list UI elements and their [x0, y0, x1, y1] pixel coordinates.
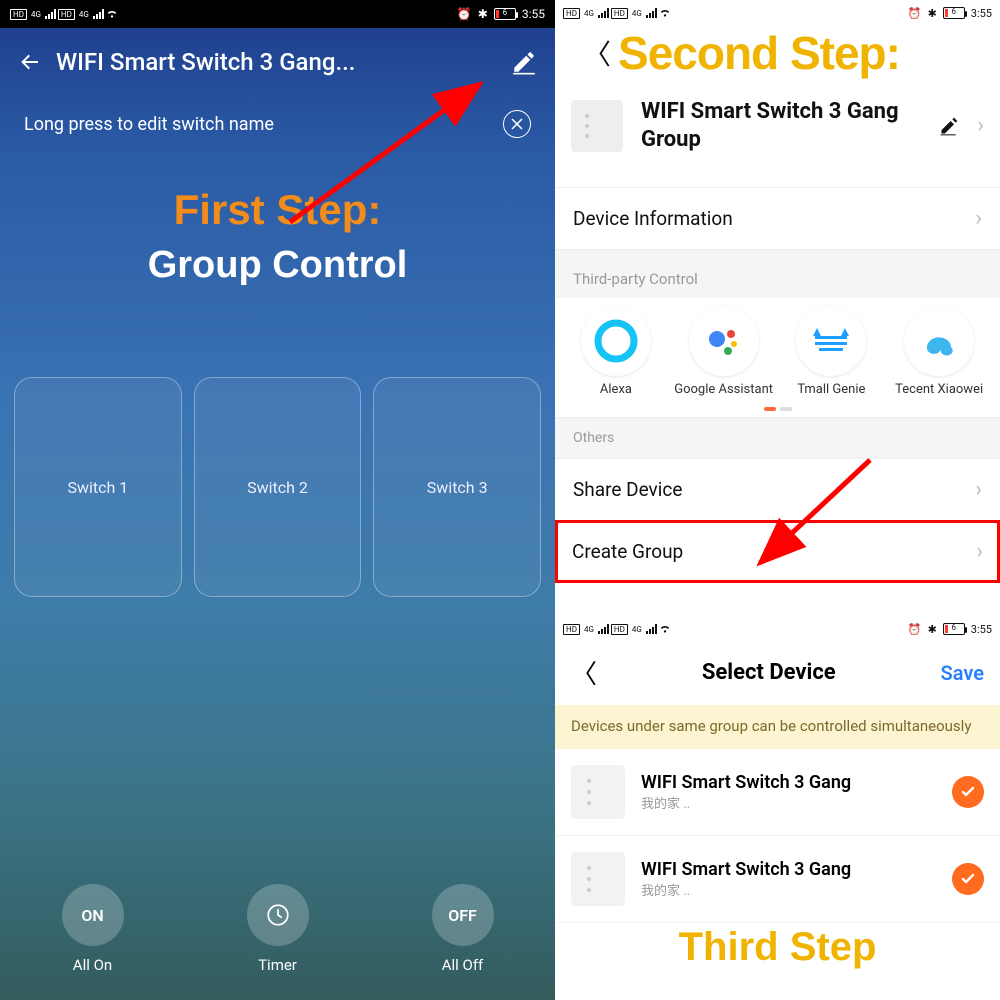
switch-card[interactable]: Switch 1 [14, 377, 182, 597]
bluetooth-icon: ✱ [478, 7, 488, 21]
bottom-toolbar: ON All On Timer OFF All Off [0, 884, 555, 974]
edit-icon[interactable] [511, 49, 537, 75]
status-time: 3:55 [971, 623, 992, 636]
annotation-second-step: 〈 Second Step: [555, 26, 1000, 86]
pager-dots [555, 407, 1000, 417]
device-header[interactable]: WIFI Smart Switch 3 Gang Group › [555, 86, 1000, 187]
switch-cards-row: Switch 1 Switch 2 Switch 3 [0, 377, 555, 597]
back-icon[interactable]: 〈 [583, 33, 610, 73]
select-device-bar: 〈 Select Device Save [555, 644, 1000, 705]
all-on-button[interactable]: ON All On [62, 884, 124, 974]
hint-text: Long press to edit switch name [24, 114, 274, 135]
status-time: 3:55 [971, 7, 992, 20]
wifi-icon [659, 624, 671, 634]
timer-button[interactable]: Timer [247, 884, 309, 974]
status-bar: HD4G HD4G ⏰ ✱ 6 3:55 [0, 0, 555, 28]
alexa-icon [581, 306, 651, 376]
wifi-icon [106, 9, 118, 19]
tencent-xiaowei-icon [904, 306, 974, 376]
device-row[interactable]: WIFI Smart Switch 3 Gang 我的家 .. [555, 836, 1000, 923]
page-title: WIFI Smart Switch 3 Gang... [56, 48, 497, 76]
phone-left-panel: HD4G HD4G ⏰ ✱ 6 3:55 WIFI Smart Switch 3… [0, 0, 555, 1000]
device-thumb-icon [571, 765, 625, 819]
back-icon[interactable] [18, 50, 42, 74]
status-time: 3:55 [522, 7, 545, 21]
chevron-right-icon: › [975, 206, 982, 231]
status-bar: HD4G HD4G ⏰ ✱ 6 3:55 [555, 0, 1000, 26]
check-icon[interactable] [952, 863, 984, 895]
battery-icon: 6 [494, 8, 516, 20]
battery-icon: 6 [943, 623, 965, 635]
switch-card[interactable]: Switch 2 [194, 377, 362, 597]
chevron-right-icon: › [977, 113, 984, 138]
canvas: HD4G HD4G ⏰ ✱ 6 3:55 WIFI Smart Switch 3… [0, 0, 1000, 1000]
phone-third-panel: HD4G HD4G ⏰ ✱ 6 3:55 〈 Select Device Sav… [555, 614, 1000, 970]
close-icon [511, 118, 523, 130]
device-row[interactable]: WIFI Smart Switch 3 Gang 我的家 .. [555, 749, 1000, 836]
others-header: Others [555, 417, 1000, 458]
third-party-tencent[interactable]: Tecent Xiaowei [888, 306, 990, 397]
back-icon[interactable]: 〈 [571, 654, 597, 691]
third-party-header: Third-party Control [555, 249, 1000, 298]
third-party-row: Alexa Google Assistant Tmall Genie Tecen… [555, 298, 1000, 407]
clock-icon [265, 902, 291, 928]
device-thumb-icon [571, 852, 625, 906]
annotation-first-step: First Step: Group Control [0, 186, 555, 287]
alarm-icon: ⏰ [908, 623, 922, 636]
share-device-row[interactable]: Share Device › [555, 458, 1000, 520]
third-party-google[interactable]: Google Assistant [673, 306, 775, 397]
signal-icon [93, 9, 104, 19]
wifi-icon [659, 8, 671, 18]
save-button[interactable]: Save [941, 661, 984, 685]
page-title: Select Device [702, 660, 836, 685]
signal-icon [45, 9, 56, 19]
device-thumb-icon [571, 100, 623, 152]
third-party-tmall[interactable]: Tmall Genie [781, 306, 883, 397]
third-party-alexa[interactable]: Alexa [565, 306, 667, 397]
app-bar: WIFI Smart Switch 3 Gang... [0, 28, 555, 96]
hint-row: Long press to edit switch name [0, 96, 555, 152]
google-assistant-icon [689, 306, 759, 376]
device-information-row[interactable]: Device Information › [555, 187, 1000, 249]
check-icon[interactable] [952, 776, 984, 808]
chevron-right-icon: › [976, 539, 983, 564]
bluetooth-icon: ✱ [928, 623, 937, 636]
bluetooth-icon: ✱ [928, 7, 937, 20]
status-bar: HD4G HD4G ⏰ ✱ 6 3:55 [555, 614, 1000, 644]
alarm-icon: ⏰ [457, 7, 472, 21]
info-banner: Devices under same group can be controll… [555, 705, 1000, 749]
all-off-button[interactable]: OFF All Off [432, 884, 494, 974]
switch-card[interactable]: Switch 3 [373, 377, 541, 597]
edit-icon[interactable] [939, 116, 959, 136]
tmall-genie-icon [796, 306, 866, 376]
create-group-row[interactable]: Create Group › [555, 520, 1000, 583]
close-hint-button[interactable] [503, 110, 531, 138]
chevron-right-icon: › [975, 477, 982, 502]
alarm-icon: ⏰ [908, 7, 922, 20]
annotation-third-step: Third Step [555, 923, 1000, 970]
battery-icon: 6 [943, 7, 965, 19]
